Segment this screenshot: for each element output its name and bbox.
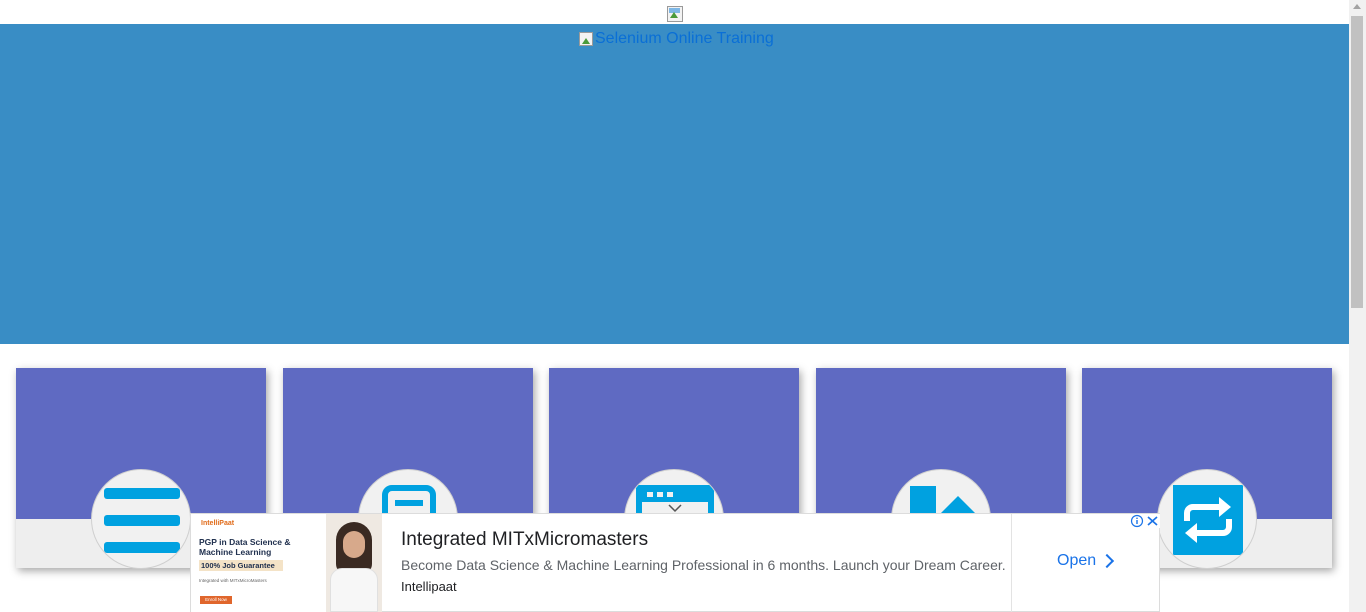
card-icon-circle [1157, 469, 1257, 569]
ad-close-icon[interactable] [1145, 514, 1160, 528]
ad-image-brand: IntelliPaat [201, 520, 235, 527]
ad-open-label: Open [1057, 552, 1097, 569]
banner-alt-text: Selenium Online Training [595, 30, 774, 47]
chevron-right-icon [1100, 553, 1115, 569]
ad-image-headline: PGP in Data Science & Machine Learning [199, 537, 291, 557]
ad-image-note: Integrated with MITxMicroMasters [199, 578, 267, 583]
ad-title[interactable]: Integrated MITxMicromasters [401, 529, 648, 551]
broken-header-image [667, 6, 683, 22]
broken-image-icon [579, 32, 593, 46]
ad-creative-image[interactable]: IntelliPaat PGP in Data Science & Machin… [191, 514, 382, 612]
ad-advertiser: Intellipaat [401, 579, 457, 594]
ad-image-cta: Enroll Now [200, 596, 232, 604]
repeat-icon [1173, 485, 1243, 555]
ad-image-badge: 100% Job Guarantee [199, 560, 283, 571]
hero-banner: Selenium Online Training [0, 24, 1349, 344]
ad-person-photo [326, 514, 382, 612]
anchor-ad[interactable]: IntelliPaat PGP in Data Science & Machin… [190, 513, 1160, 612]
scroll-up-arrow-icon[interactable] [1353, 4, 1361, 9]
vertical-scrollbar[interactable] [1349, 0, 1366, 612]
banner-link[interactable]: Selenium Online Training [579, 30, 774, 48]
ad-open-button[interactable]: Open [1057, 552, 1115, 570]
ad-divider [1011, 514, 1012, 612]
ad-info-icon[interactable] [1129, 514, 1145, 528]
scrollbar-thumb[interactable] [1351, 16, 1363, 308]
ad-description: Become Data Science & Machine Learning P… [401, 557, 1006, 573]
menu-icon [104, 488, 180, 553]
card-icon-circle [91, 469, 191, 569]
